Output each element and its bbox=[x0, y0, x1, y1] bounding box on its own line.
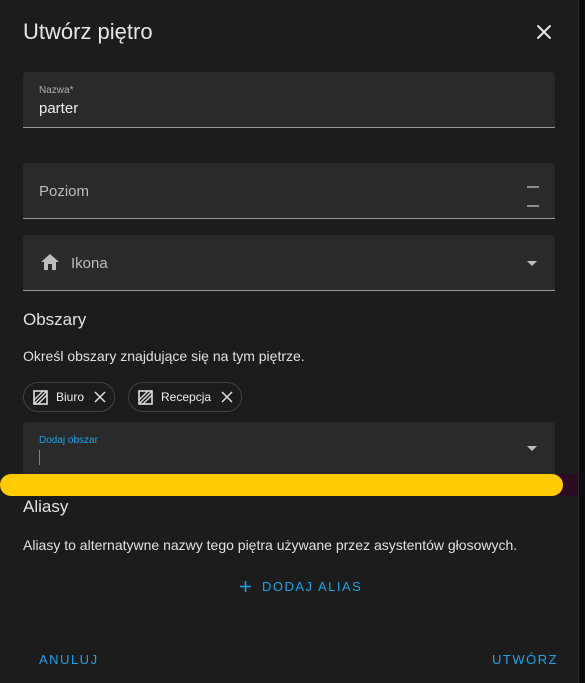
add-area-input[interactable]: Dodaj obszar bbox=[23, 422, 555, 474]
areas-title: Obszary bbox=[23, 310, 87, 329]
create-button[interactable]: UTWÓRZ bbox=[492, 652, 558, 667]
area-icon bbox=[33, 389, 48, 405]
close-icon bbox=[537, 25, 551, 39]
level-field-label: Poziom bbox=[39, 183, 90, 200]
close-button[interactable] bbox=[530, 18, 558, 46]
chip-label: Recepcja bbox=[161, 390, 212, 404]
icon-field-label: Ikona bbox=[71, 255, 108, 272]
chip-label: Biuro bbox=[56, 390, 85, 404]
icon-field[interactable]: Ikona bbox=[23, 235, 555, 291]
add-alias-label: DODAJ ALIAS bbox=[262, 579, 363, 594]
remove-chip-icon[interactable] bbox=[94, 391, 106, 403]
name-field-value: parter bbox=[39, 100, 79, 117]
plus-icon bbox=[240, 581, 251, 592]
area-chip-recepcja[interactable]: Recepcja bbox=[128, 382, 243, 412]
text-cursor bbox=[39, 450, 40, 465]
add-alias-button[interactable]: DODAJ ALIAS bbox=[240, 579, 362, 594]
name-field-label: Nazwa* bbox=[39, 85, 74, 96]
aliases-title: Aliasy bbox=[23, 497, 69, 516]
area-chip-biuro[interactable]: Biuro bbox=[23, 382, 116, 412]
chevron-down-icon[interactable] bbox=[527, 260, 537, 266]
name-field[interactable]: Nazwa* parter bbox=[23, 72, 555, 128]
home-icon bbox=[41, 254, 59, 270]
areas-description: Określ obszary znajdujące się na tym pię… bbox=[23, 348, 305, 364]
remove-chip-icon[interactable] bbox=[221, 391, 233, 403]
chevron-down-icon[interactable] bbox=[527, 446, 537, 451]
aliases-description: Aliasy to alternatywne nazwy tego piętra… bbox=[23, 537, 518, 553]
dialog-title: Utwórz piętro bbox=[23, 19, 153, 44]
number-stepper-icon[interactable] bbox=[527, 185, 539, 207]
level-field[interactable]: Poziom bbox=[23, 163, 555, 219]
highlight-bar bbox=[0, 474, 563, 496]
create-floor-dialog: Utwórz piętro Nazwa* parter Poziom Ikona… bbox=[0, 0, 579, 683]
cancel-button[interactable]: ANULUJ bbox=[39, 652, 99, 667]
area-icon bbox=[138, 389, 153, 405]
add-area-label: Dodaj obszar bbox=[39, 435, 98, 446]
